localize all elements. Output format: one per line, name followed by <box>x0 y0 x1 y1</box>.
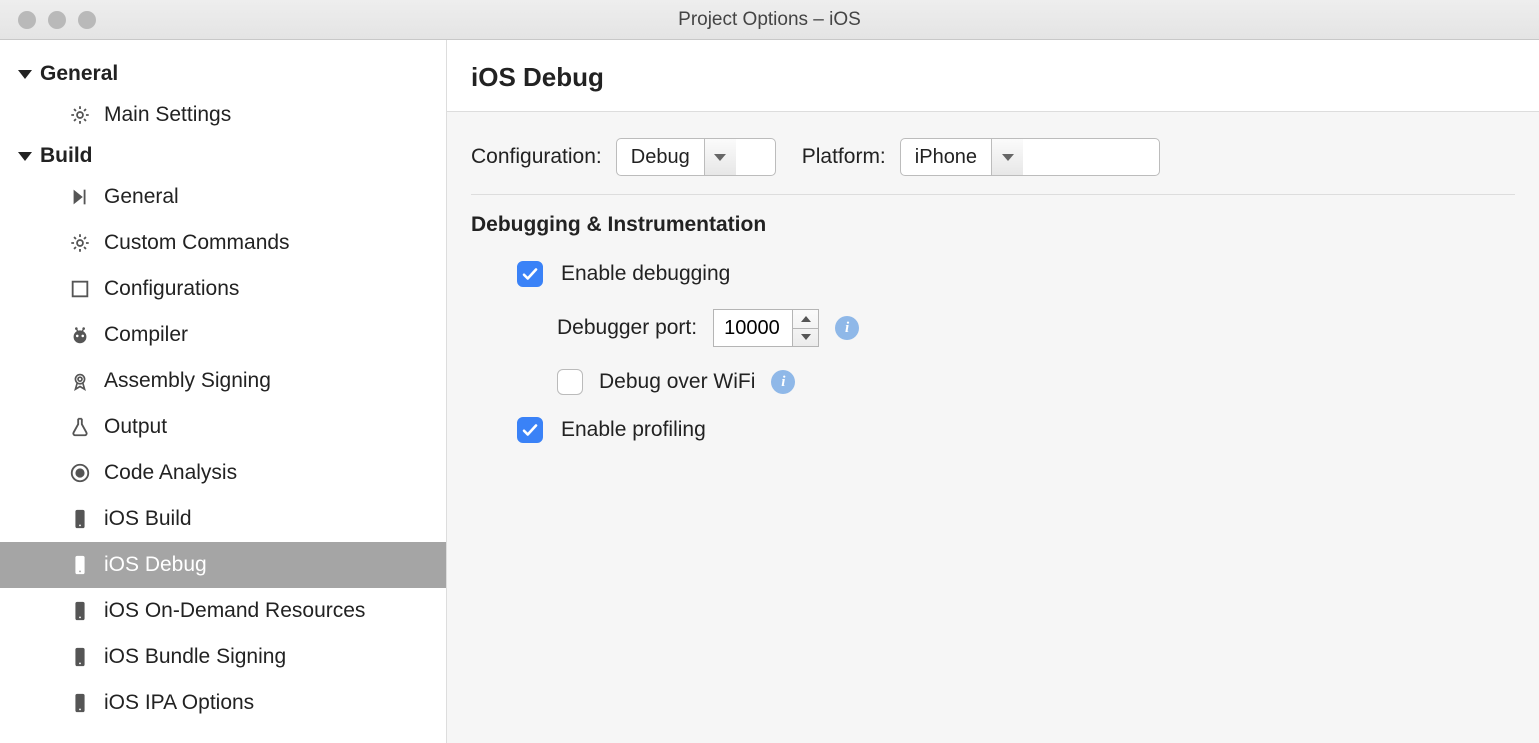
zoom-window-button[interactable] <box>78 11 96 29</box>
sidebar-item-ios-debug[interactable]: iOS Debug <box>0 542 446 588</box>
main-panel: iOS Debug Configuration: Debug Platform:… <box>447 40 1539 743</box>
sidebar-item-label: Output <box>104 415 167 439</box>
enable-debugging-checkbox[interactable] <box>517 261 543 287</box>
device-icon <box>68 507 92 531</box>
enable-profiling-checkbox[interactable] <box>517 417 543 443</box>
sidebar-category-general[interactable]: General <box>0 56 446 92</box>
stepper-up-button[interactable] <box>793 310 818 328</box>
sidebar-item-label: iOS IPA Options <box>104 691 254 715</box>
traffic-lights <box>0 11 96 29</box>
stepper-down-button[interactable] <box>793 328 818 347</box>
page-header: iOS Debug <box>447 40 1539 112</box>
configuration-label: Configuration: <box>471 145 602 169</box>
sidebar-item-label: Custom Commands <box>104 231 290 255</box>
rosette-icon <box>68 369 92 393</box>
play-icon <box>68 185 92 209</box>
disclosure-triangle-icon <box>18 152 32 161</box>
sidebar-item-label: iOS Debug <box>104 553 207 577</box>
debug-over-wifi-row: Debug over WiFi i <box>471 369 1515 395</box>
bot-icon <box>68 323 92 347</box>
sidebar-item-label: iOS Bundle Signing <box>104 645 286 669</box>
debug-over-wifi-label: Debug over WiFi <box>599 370 755 394</box>
info-icon[interactable]: i <box>771 370 795 394</box>
dropdown-button[interactable] <box>704 139 736 175</box>
chevron-down-icon <box>1002 154 1014 161</box>
sidebar-item-assembly-signing[interactable]: Assembly Signing <box>0 358 446 404</box>
enable-profiling-label: Enable profiling <box>561 418 706 442</box>
sidebar-item-label: Compiler <box>104 323 188 347</box>
config-platform-row: Configuration: Debug Platform: iPhone <box>471 138 1515 176</box>
debugger-port-field[interactable] <box>714 310 792 346</box>
window-title: Project Options – iOS <box>0 9 1539 31</box>
sidebar-item-label: Main Settings <box>104 103 231 127</box>
platform-select[interactable]: iPhone <box>900 138 1160 176</box>
sidebar-item-code-analysis[interactable]: Code Analysis <box>0 450 446 496</box>
section-title: Debugging & Instrumentation <box>471 213 1515 237</box>
enable-debugging-row: Enable debugging <box>471 261 1515 287</box>
sidebar-item-custom-commands[interactable]: Custom Commands <box>0 220 446 266</box>
titlebar: Project Options – iOS <box>0 0 1539 40</box>
sidebar-item-output[interactable]: Output <box>0 404 446 450</box>
gear-icon <box>68 103 92 127</box>
sidebar-item-label: Code Analysis <box>104 461 237 485</box>
square-icon <box>68 277 92 301</box>
device-icon <box>68 645 92 669</box>
select-value: iPhone <box>901 146 991 169</box>
sidebar-item-ios-ondemand[interactable]: iOS On-Demand Resources <box>0 588 446 634</box>
sidebar-item-label: General <box>104 185 179 209</box>
debugger-port-row: Debugger port: i <box>471 309 1515 347</box>
sidebar-item-compiler[interactable]: Compiler <box>0 312 446 358</box>
close-window-button[interactable] <box>18 11 36 29</box>
radio-icon <box>68 461 92 485</box>
dropdown-button[interactable] <box>991 139 1023 175</box>
device-icon <box>68 599 92 623</box>
disclosure-triangle-icon <box>18 70 32 79</box>
minimize-window-button[interactable] <box>48 11 66 29</box>
chevron-up-icon <box>801 316 811 322</box>
debugger-port-input[interactable] <box>713 309 819 347</box>
debug-over-wifi-checkbox[interactable] <box>557 369 583 395</box>
category-label: General <box>40 62 118 86</box>
page-title: iOS Debug <box>471 62 1515 93</box>
chevron-down-icon <box>714 154 726 161</box>
configuration-select[interactable]: Debug <box>616 138 776 176</box>
sidebar-category-build[interactable]: Build <box>0 138 446 174</box>
select-value: Debug <box>617 146 704 169</box>
chevron-down-icon <box>801 334 811 340</box>
sidebar-item-label: iOS On-Demand Resources <box>104 599 365 623</box>
device-icon <box>68 553 92 577</box>
enable-profiling-row: Enable profiling <box>471 417 1515 443</box>
debugger-port-label: Debugger port: <box>557 316 697 340</box>
divider <box>471 194 1515 195</box>
sidebar-item-main-settings[interactable]: Main Settings <box>0 92 446 138</box>
sidebar-item-configurations[interactable]: Configurations <box>0 266 446 312</box>
gear-icon <box>68 231 92 255</box>
category-label: Build <box>40 144 93 168</box>
sidebar-item-label: Configurations <box>104 277 239 301</box>
sidebar-item-ios-bundle-signing[interactable]: iOS Bundle Signing <box>0 634 446 680</box>
enable-debugging-label: Enable debugging <box>561 262 730 286</box>
sidebar-item-label: iOS Build <box>104 507 192 531</box>
sidebar-item-ios-build[interactable]: iOS Build <box>0 496 446 542</box>
platform-label: Platform: <box>802 145 886 169</box>
info-icon[interactable]: i <box>835 316 859 340</box>
device-icon <box>68 691 92 715</box>
flask-icon <box>68 415 92 439</box>
sidebar: General Main Settings Build General Cust… <box>0 40 447 743</box>
sidebar-item-general[interactable]: General <box>0 174 446 220</box>
sidebar-item-ios-ipa-options[interactable]: iOS IPA Options <box>0 680 446 726</box>
sidebar-item-label: Assembly Signing <box>104 369 271 393</box>
